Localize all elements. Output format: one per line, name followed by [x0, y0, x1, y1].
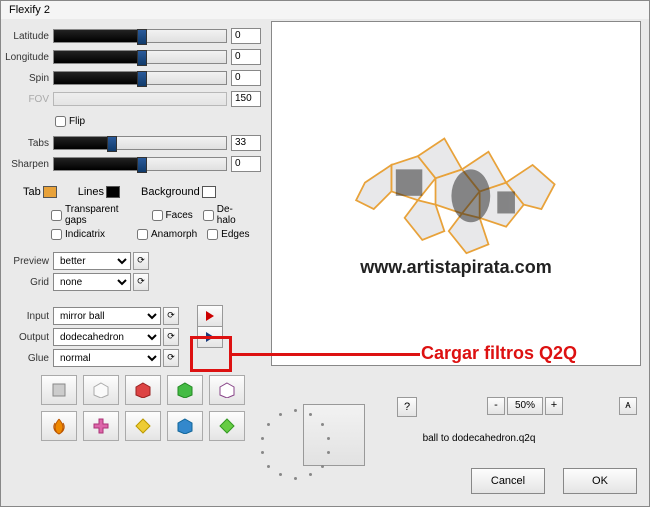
input-label: Input: [5, 311, 53, 322]
glue-cycle-button[interactable]: ⟳: [163, 349, 179, 367]
preset-button-10[interactable]: [209, 411, 245, 441]
grid-label: Grid: [5, 277, 53, 288]
preview-canvas[interactable]: www.artistapirata.com: [271, 21, 641, 366]
ok-button[interactable]: OK: [563, 468, 637, 494]
zoom-out-button[interactable]: -: [487, 397, 505, 415]
cube-red-icon: [135, 382, 151, 398]
status-text: ball to dodecahedron.q2q: [379, 433, 579, 444]
cube-white-icon: [93, 382, 109, 398]
preset-button-2[interactable]: [83, 375, 119, 405]
longitude-label: Longitude: [5, 52, 53, 63]
fov-label: FOV: [5, 94, 53, 105]
load-filter-button[interactable]: [197, 305, 223, 327]
grid-select[interactable]: none: [53, 273, 131, 291]
preset-button-8[interactable]: [125, 411, 161, 441]
preview-label: Preview: [5, 256, 53, 267]
longitude-slider[interactable]: [53, 50, 227, 64]
window-title: Flexify 2: [1, 1, 649, 19]
faces-checkbox[interactable]: Faces: [152, 210, 193, 221]
spin-value[interactable]: 0: [231, 70, 261, 86]
dehalo-checkbox[interactable]: De-halo: [203, 204, 251, 226]
zoom-in-button[interactable]: +: [545, 397, 563, 415]
input-cycle-button[interactable]: ⟳: [163, 307, 179, 325]
output-select[interactable]: dodecahedron: [53, 328, 161, 346]
cube-gray-icon: [51, 382, 67, 398]
preset-button-7[interactable]: [83, 411, 119, 441]
spin-label: Spin: [5, 73, 53, 84]
progress-ring-icon: [261, 409, 331, 479]
preset-button-5[interactable]: [209, 375, 245, 405]
gem-yellow-icon: [135, 418, 151, 434]
tabs-value[interactable]: 33: [231, 135, 261, 151]
sharpen-slider[interactable]: [53, 157, 227, 171]
cube-purple-icon: [219, 382, 235, 398]
cross-pink-icon: [93, 418, 109, 434]
preview-select[interactable]: better: [53, 252, 131, 270]
tab-color-swatch[interactable]: [43, 186, 57, 198]
cube-green-icon: [177, 382, 193, 398]
tabs-label: Tabs: [5, 138, 53, 149]
grid-cycle-button[interactable]: ⟳: [133, 273, 149, 291]
preset-button-4[interactable]: [167, 375, 203, 405]
latitude-slider[interactable]: [53, 29, 227, 43]
glue-label: Glue: [5, 353, 53, 364]
tab-color-label: Tab: [23, 186, 41, 198]
background-color-swatch[interactable]: [202, 186, 216, 198]
glue-select[interactable]: normal: [53, 349, 161, 367]
flip-checkbox[interactable]: Flip: [55, 116, 85, 127]
help-button[interactable]: ?: [397, 397, 417, 417]
spin-slider[interactable]: [53, 71, 227, 85]
preset-button-9[interactable]: [167, 411, 203, 441]
sharpen-value[interactable]: 0: [231, 156, 261, 172]
edges-checkbox[interactable]: Edges: [207, 229, 249, 240]
indicatrix-checkbox[interactable]: Indicatrix: [51, 229, 105, 240]
preset-button-3[interactable]: [125, 375, 161, 405]
play-blue-icon: [206, 332, 214, 342]
input-select[interactable]: mirror ball: [53, 307, 161, 325]
anamorph-checkbox[interactable]: Anamorph: [137, 229, 197, 240]
annotation-label: Cargar filtros Q2Q: [421, 343, 577, 364]
preset-button-1[interactable]: [41, 375, 77, 405]
background-color-label: Background: [141, 186, 200, 198]
transparent-gaps-checkbox[interactable]: Transparent gaps: [51, 204, 142, 226]
watermark-text: www.artistapirata.com: [360, 257, 551, 278]
lines-color-label: Lines: [78, 186, 104, 198]
lines-color-swatch[interactable]: [106, 186, 120, 198]
controls-panel: Latitude 0 Longitude 0 Spin 0 FOV 150 Fl…: [1, 21, 269, 447]
annotation-connector-line: [232, 353, 420, 356]
preset-button-6[interactable]: [41, 411, 77, 441]
preview-cycle-button[interactable]: ⟳: [133, 252, 149, 270]
longitude-value[interactable]: 0: [231, 49, 261, 65]
sharpen-label: Sharpen: [5, 159, 53, 170]
dodecahedron-net-icon: [322, 112, 602, 262]
gem-blue-icon: [177, 418, 193, 434]
cancel-button[interactable]: Cancel: [471, 468, 545, 494]
output-cycle-button[interactable]: ⟳: [163, 328, 179, 346]
latitude-label: Latitude: [5, 31, 53, 42]
output-label: Output: [5, 332, 53, 343]
zoom-value[interactable]: 50%: [507, 397, 543, 415]
gem-green-icon: [219, 418, 235, 434]
preset-icon-grid: [41, 375, 261, 441]
fov-slider: [53, 92, 227, 106]
auto-zoom-button[interactable]: ᴀ: [619, 397, 637, 415]
tabs-slider[interactable]: [53, 136, 227, 150]
run-button[interactable]: [197, 326, 223, 348]
play-red-icon: [206, 311, 214, 321]
fov-value[interactable]: 150: [231, 91, 261, 107]
flame-icon: [50, 417, 68, 435]
latitude-value[interactable]: 0: [231, 28, 261, 44]
